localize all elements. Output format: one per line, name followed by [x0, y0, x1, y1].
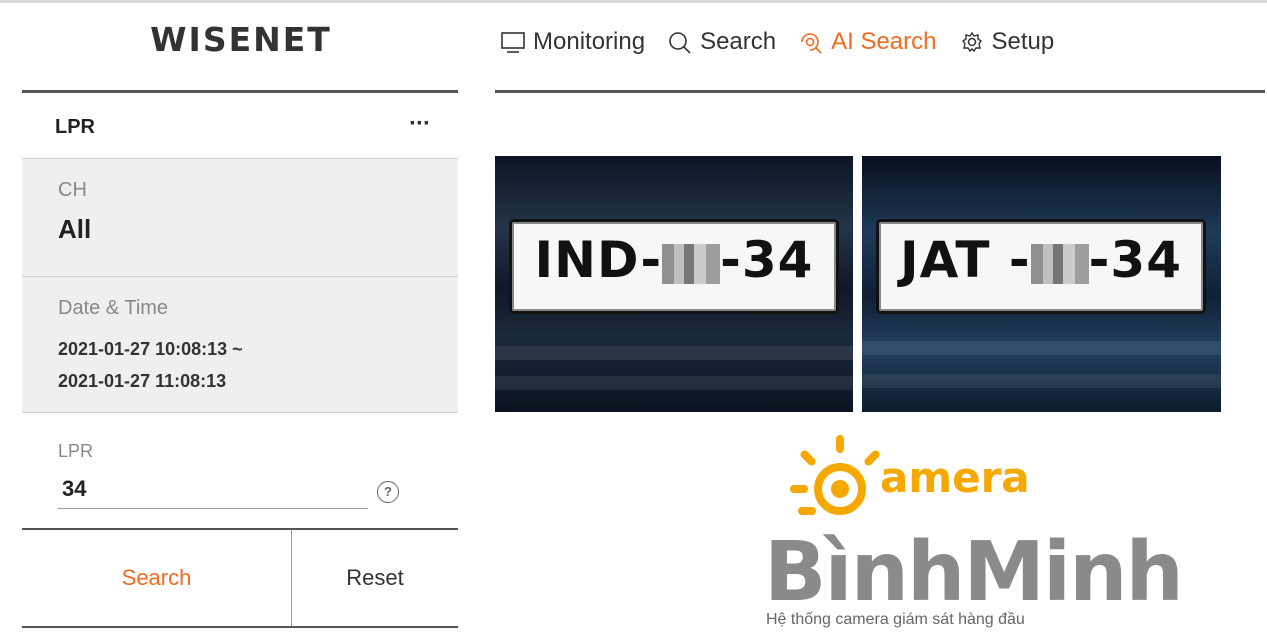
search-button[interactable]: Search	[22, 530, 292, 626]
datetime-label: Date & Time	[58, 297, 169, 319]
datetime-start: 2021-01-27 10:08:13 ~	[58, 339, 243, 359]
result-thumbnail[interactable]: JAT - -34	[862, 156, 1221, 412]
panel-title: LPR	[55, 116, 95, 138]
car-grille	[862, 341, 1221, 355]
action-buttons: Search Reset	[22, 528, 458, 628]
blurred-digits	[662, 243, 721, 284]
channel-value: All	[58, 214, 92, 244]
result-thumbnail[interactable]: IND- -34	[495, 156, 853, 412]
license-plate: JAT - -34	[876, 219, 1206, 314]
lpr-panel-header: LPR ···	[22, 96, 458, 158]
nav-divider	[495, 90, 1265, 93]
car-grille	[862, 374, 1221, 388]
datetime-end: 2021-01-27 11:08:13	[58, 371, 227, 391]
main-nav: Monitoring Search AI Search Setup	[500, 28, 1076, 56]
channel-field[interactable]: CH All	[22, 158, 458, 276]
reset-button[interactable]: Reset	[292, 530, 458, 626]
nav-monitoring-label: Monitoring	[533, 28, 646, 55]
plate-prefix: JAT -	[899, 231, 1031, 289]
channel-label: CH	[58, 179, 87, 201]
plate-number: IND- -34	[512, 231, 836, 289]
watermark-camera: amera	[880, 453, 1030, 502]
lpr-field: LPR ?	[22, 412, 458, 528]
monitor-icon	[501, 32, 525, 53]
wisenet-logo: WISENET	[150, 20, 332, 59]
plate-suffix: -34	[720, 231, 814, 289]
plate-number: JAT - -34	[879, 231, 1203, 289]
car-grille	[495, 376, 853, 390]
nav-setup[interactable]: Setup	[959, 28, 1055, 56]
nav-setup-label: Setup	[991, 28, 1055, 55]
lpr-label: LPR	[58, 441, 94, 461]
car-grille	[495, 346, 853, 360]
nav-monitoring[interactable]: Monitoring	[500, 28, 645, 56]
nav-ai-search[interactable]: AI Search	[798, 28, 937, 56]
search-icon	[669, 32, 691, 54]
more-options-button[interactable]: ···	[409, 110, 431, 138]
watermark-logo: amera BìnhMinh Hệ thống camera giám sát …	[760, 415, 1184, 640]
nav-ai-search-label: AI Search	[831, 28, 937, 55]
plate-prefix: IND-	[534, 231, 663, 289]
nav-search[interactable]: Search	[667, 28, 776, 56]
plate-suffix: -34	[1088, 231, 1183, 289]
blurred-digits	[1030, 243, 1089, 284]
watermark-binhminh: BìnhMinh	[764, 525, 1184, 620]
help-icon[interactable]: ?	[377, 481, 399, 503]
nav-search-label: Search	[700, 28, 777, 55]
ai-search-icon	[801, 33, 822, 54]
lpr-input[interactable]	[58, 469, 368, 509]
panel-divider	[22, 90, 458, 93]
top-border	[0, 0, 1267, 3]
datetime-field[interactable]: Date & Time 2021-01-27 10:08:13 ~ 2021-0…	[22, 276, 458, 412]
sun-icon	[790, 435, 880, 515]
license-plate: IND- -34	[509, 219, 839, 314]
watermark-tagline: Hệ thống camera giám sát hàng đầu	[766, 611, 1025, 628]
gear-icon	[961, 31, 982, 53]
